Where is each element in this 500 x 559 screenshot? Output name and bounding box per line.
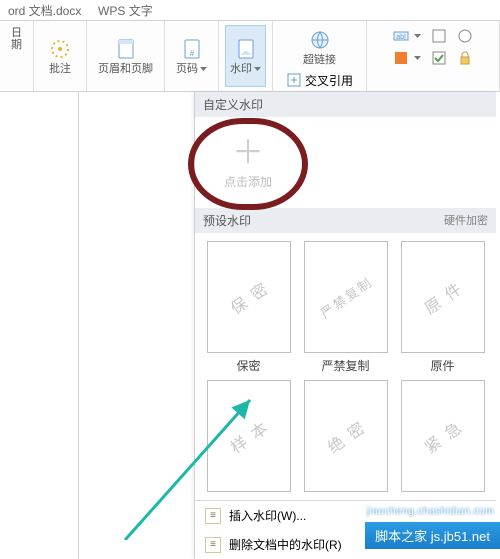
preset-grid: 保 密 保密 严禁复制 严禁复制 原 件 原件 样 本 绝 密 紧 急 — [195, 233, 496, 500]
page-number-button[interactable]: # 页码 — [171, 25, 212, 87]
insert-watermark-icon: ≡ — [205, 508, 221, 524]
wm-text: 样 本 — [224, 414, 273, 458]
preset-cell: 保 密 保密 — [203, 241, 294, 374]
preset-thumb-confidential[interactable]: 保 密 — [207, 241, 291, 353]
cross-reference-label: 交叉引用 — [305, 72, 353, 89]
site-sub-watermark: jiaocheng.chashidian.com — [367, 506, 494, 517]
object-button[interactable] — [428, 27, 450, 45]
header-footer-icon — [114, 37, 138, 61]
wm-text: 绝 密 — [321, 414, 370, 458]
preset-cell: 绝 密 — [300, 380, 391, 492]
symbol-icon — [457, 28, 473, 44]
add-watermark-label: 点击添加 — [224, 173, 272, 190]
title-bar: ord 文档.docx WPS 文字 — [0, 0, 500, 20]
lock-button[interactable] — [454, 49, 476, 67]
check-button[interactable] — [428, 49, 450, 67]
chevron-down-icon — [200, 67, 207, 71]
annotate-label: 批注 — [49, 63, 71, 75]
header-footer-button[interactable]: 页眉和页脚 — [93, 25, 158, 87]
preset-cell: 紧 急 — [397, 380, 488, 492]
wm-text: 原 件 — [418, 275, 467, 319]
svg-text:#: # — [189, 49, 194, 58]
group-header-footer: 页眉和页脚 — [87, 21, 165, 91]
preset-caption: 原件 — [430, 357, 454, 374]
wm-text: 紧 急 — [418, 414, 467, 458]
custom-section-header: 自定义水印 — [195, 92, 496, 117]
check-icon — [431, 50, 447, 66]
page-number-label: 页码 — [176, 63, 207, 75]
preset-thumb-sample[interactable]: 样 本 — [207, 380, 291, 492]
watermark-panel: 自定义水印 ＋ 点击添加 预设水印 硬件加密 保 密 保密 严禁复制 严禁复制 … — [194, 92, 496, 559]
hyperlink-button[interactable]: 超链接 — [298, 25, 341, 69]
menu-insert-label: 插入水印(W)... — [229, 507, 306, 524]
preset-section-header: 预设水印 硬件加密 — [195, 208, 496, 233]
preset-section-right: 硬件加密 — [444, 212, 488, 229]
site-watermark: 脚本之家 js.jb51.net — [365, 522, 500, 549]
doc-name: ord 文档.docx — [8, 4, 81, 18]
preset-cell: 严禁复制 严禁复制 — [300, 241, 391, 374]
custom-watermark-area: ＋ 点击添加 — [195, 117, 496, 208]
group-links: 超链接 交叉引用 书签 — [273, 21, 367, 91]
color-button[interactable] — [390, 49, 424, 67]
document-edge — [78, 92, 79, 559]
symbol-button[interactable] — [454, 27, 476, 45]
group-date: 日期 — [0, 21, 34, 91]
preset-thumb-topsecret[interactable]: 绝 密 — [304, 380, 388, 492]
lock-icon — [457, 50, 473, 66]
annotate-icon — [48, 37, 72, 61]
color-icon — [393, 50, 409, 66]
watermark-icon — [234, 37, 258, 61]
group-page-number: # 页码 — [165, 21, 219, 91]
ribbon: 日期 批注 页眉和页脚 # 页码 水印 超链接 — [0, 20, 500, 92]
hyperlink-label: 超链接 — [303, 54, 336, 66]
preset-caption: 保密 — [236, 357, 260, 374]
preset-section-title: 预设水印 — [203, 212, 251, 229]
chevron-down-icon — [414, 34, 421, 38]
preset-thumb-urgent[interactable]: 紧 急 — [401, 380, 485, 492]
svg-text:ab|: ab| — [396, 34, 406, 41]
group-misc: ab| — [367, 21, 500, 91]
hyperlink-icon — [308, 28, 332, 52]
app-name: WPS 文字 — [98, 4, 153, 18]
preset-cell: 原 件 原件 — [397, 241, 488, 374]
chevron-down-icon — [414, 56, 421, 60]
plus-icon: ＋ — [231, 135, 265, 169]
watermark-button[interactable]: 水印 — [225, 25, 266, 87]
annotate-button[interactable]: 批注 — [40, 25, 80, 87]
preset-caption: 严禁复制 — [321, 357, 369, 374]
watermark-label: 水印 — [230, 63, 261, 75]
wm-text: 严禁复制 — [315, 272, 375, 322]
page-number-icon: # — [180, 37, 204, 61]
object-icon — [431, 28, 447, 44]
cross-reference-button[interactable]: 交叉引用 — [283, 71, 356, 89]
custom-section-title: 自定义水印 — [203, 96, 263, 113]
header-footer-label: 页眉和页脚 — [98, 63, 153, 75]
wm-text: 保 密 — [224, 275, 273, 319]
chevron-down-icon — [254, 67, 261, 71]
field-button[interactable]: ab| — [390, 27, 424, 45]
remove-watermark-icon: ≡ — [205, 537, 221, 553]
preset-cell: 样 本 — [203, 380, 294, 492]
cross-reference-icon — [286, 72, 302, 88]
date-label: 日期 — [6, 27, 27, 51]
field-icon: ab| — [393, 28, 409, 44]
add-watermark-tile[interactable]: ＋ 点击添加 — [213, 124, 283, 202]
preset-thumb-original[interactable]: 原 件 — [401, 241, 485, 353]
preset-thumb-nocopy[interactable]: 严禁复制 — [304, 241, 388, 353]
group-watermark: 水印 — [219, 21, 273, 91]
menu-remove-label: 删除文档中的水印(R) — [229, 536, 342, 553]
group-annotate: 批注 — [34, 21, 87, 91]
